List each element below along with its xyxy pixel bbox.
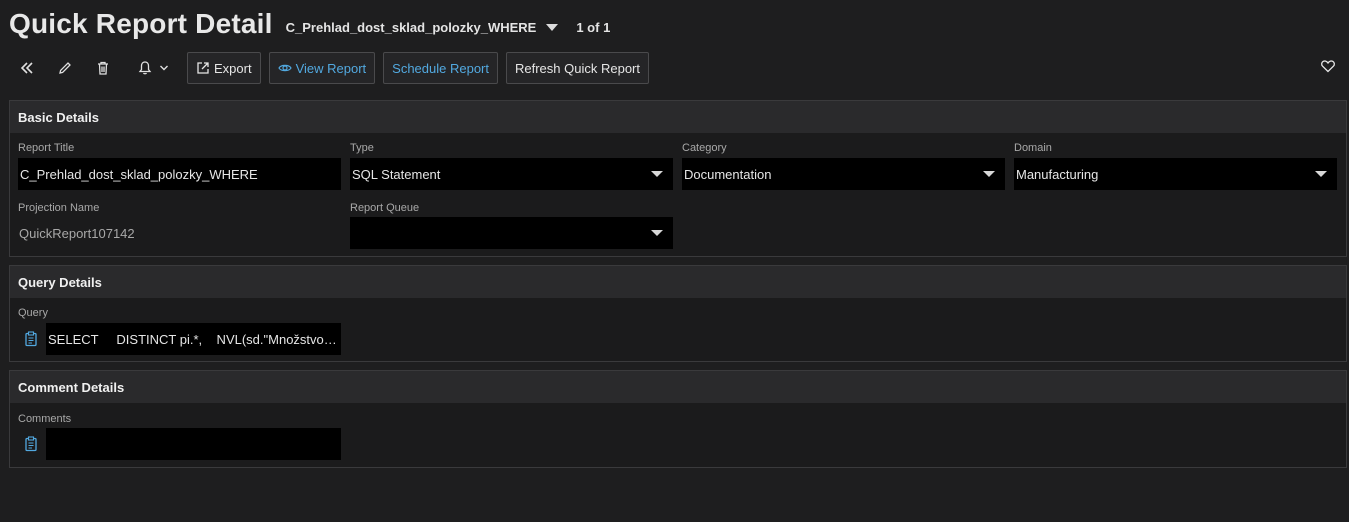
chevron-down-icon[interactable] xyxy=(159,63,169,73)
edit-button[interactable] xyxy=(51,54,79,82)
comment-details-heading: Comment Details xyxy=(10,371,1346,403)
schedule-report-button[interactable]: Schedule Report xyxy=(383,52,498,84)
query-label: Query xyxy=(18,307,48,319)
comment-details-panel: Comment Details Comments xyxy=(9,370,1347,468)
category-label: Category xyxy=(682,142,727,154)
report-title-label: Report Title xyxy=(18,142,75,154)
eye-icon xyxy=(277,64,292,72)
query-details-heading: Query Details xyxy=(10,266,1346,298)
comments-label: Comments xyxy=(18,413,72,425)
category-value[interactable]: Documentation xyxy=(684,167,771,182)
back-button[interactable] xyxy=(13,54,41,82)
page-title: Quick Report Detail xyxy=(9,8,273,39)
notifications-menu[interactable] xyxy=(131,54,169,82)
record-name[interactable]: C_Prehlad_dost_sklad_polozky_WHERE xyxy=(286,20,537,35)
quick-report-detail-page: Quick Report Detail C_Prehlad_dost_sklad… xyxy=(0,0,1349,522)
domain-value[interactable]: Manufacturing xyxy=(1016,167,1098,182)
domain-select[interactable]: Manufacturing xyxy=(1014,158,1337,190)
caret-down-icon[interactable] xyxy=(546,23,559,31)
page-header: Quick Report Detail C_Prehlad_dost_sklad… xyxy=(9,6,610,42)
delete-button[interactable] xyxy=(89,54,117,82)
projection-name-value: QuickReport107142 xyxy=(19,226,135,241)
view-report-button[interactable]: View Report xyxy=(268,52,376,84)
pencil-icon[interactable] xyxy=(57,60,73,76)
schedule-report-label[interactable]: Schedule Report xyxy=(392,61,489,76)
query-value[interactable]: SELECT DISTINCT pi.*, NVL(sd."Množstvo d… xyxy=(48,332,341,347)
report-queue-label: Report Queue xyxy=(350,202,420,214)
export-label[interactable]: Export xyxy=(214,61,252,76)
type-select[interactable]: SQL Statement xyxy=(350,158,673,190)
dropdown-arrow-icon[interactable] xyxy=(651,230,663,236)
report-title-value[interactable]: C_Prehlad_dost_sklad_polozky_WHERE xyxy=(20,167,258,182)
heart-icon[interactable] xyxy=(1320,58,1336,74)
category-select[interactable]: Documentation xyxy=(682,158,1005,190)
view-report-label[interactable]: View Report xyxy=(296,61,367,76)
type-value[interactable]: SQL Statement xyxy=(352,167,440,182)
export-button[interactable]: Export xyxy=(187,52,261,84)
trash-icon[interactable] xyxy=(95,60,111,76)
double-chevron-left-icon[interactable] xyxy=(19,60,35,76)
query-details-panel: Query Details Query SELECT DISTINCT pi.*… xyxy=(9,265,1347,362)
clipboard-icon[interactable] xyxy=(24,436,38,452)
comments-field[interactable] xyxy=(46,428,341,460)
basic-details-panel: Basic Details Report Title C_Prehlad_dos… xyxy=(9,100,1347,257)
refresh-quick-report-label[interactable]: Refresh Quick Report xyxy=(515,61,640,76)
basic-details-heading: Basic Details xyxy=(10,101,1346,133)
clipboard-icon[interactable] xyxy=(24,331,38,347)
record-count: 1 of 1 xyxy=(576,19,611,35)
toolbar: Export View Report Schedule Report Refre… xyxy=(13,52,657,84)
report-queue-select[interactable] xyxy=(350,217,673,249)
export-icon xyxy=(197,62,209,74)
projection-name-label: Projection Name xyxy=(18,202,100,214)
domain-label: Domain xyxy=(1014,142,1052,154)
refresh-quick-report-button[interactable]: Refresh Quick Report xyxy=(506,52,649,84)
bell-icon[interactable] xyxy=(137,60,153,76)
report-title-field[interactable]: C_Prehlad_dost_sklad_polozky_WHERE xyxy=(18,158,341,190)
dropdown-arrow-icon[interactable] xyxy=(983,171,995,177)
record-selector[interactable]: C_Prehlad_dost_sklad_polozky_WHERE xyxy=(286,20,559,35)
dropdown-arrow-icon[interactable] xyxy=(1315,171,1327,177)
query-field[interactable]: SELECT DISTINCT pi.*, NVL(sd."Množstvo d… xyxy=(46,323,341,355)
dropdown-arrow-icon[interactable] xyxy=(651,171,663,177)
type-label: Type xyxy=(350,142,374,154)
notifications-button[interactable] xyxy=(131,54,159,82)
